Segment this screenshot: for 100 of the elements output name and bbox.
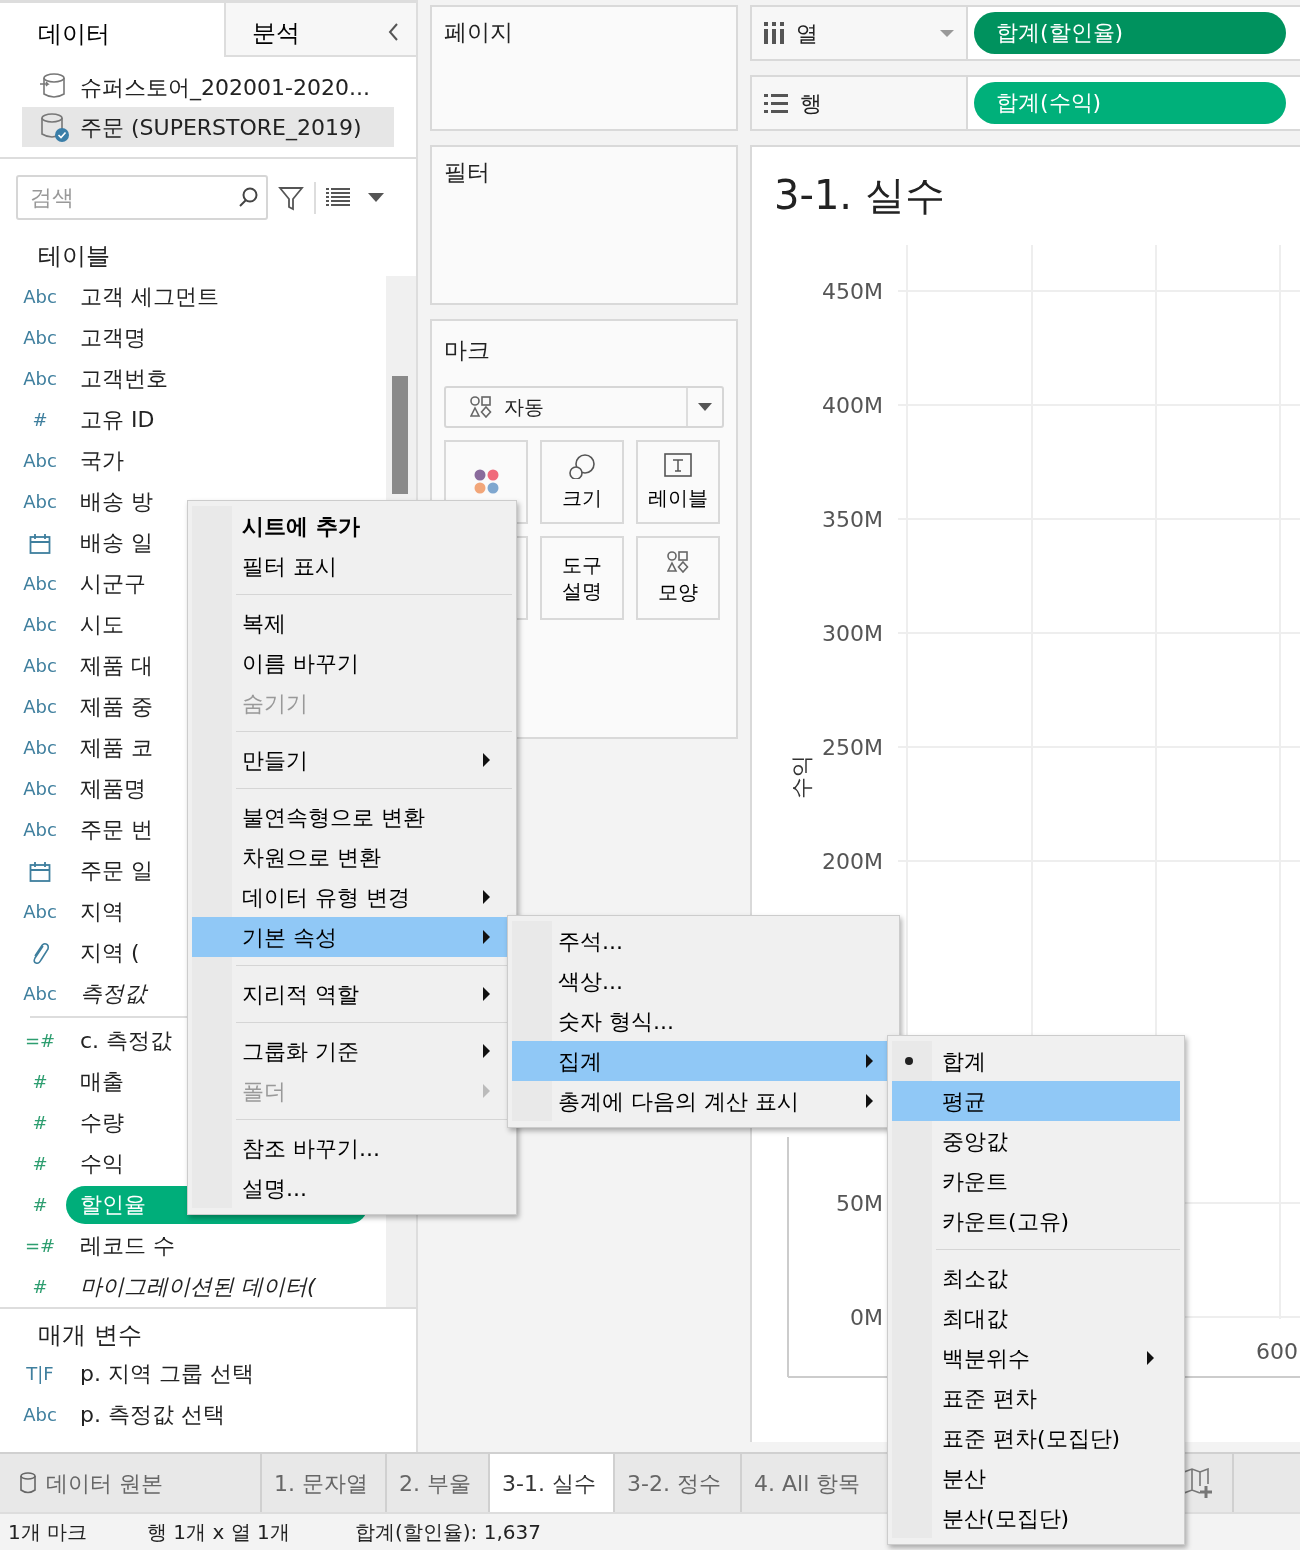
menu-item[interactable]: 불연속형으로 변환 [192,797,512,837]
field-name[interactable]: 시군구 [66,564,160,603]
menu-item[interactable]: 최소값 [892,1258,1180,1298]
menu-item[interactable]: 데이터 유형 변경 [192,877,512,917]
field-name[interactable]: 국가 [66,441,138,480]
menu-item[interactable]: 백분위수 [892,1338,1180,1378]
field-name[interactable]: 측정값 [66,974,160,1013]
field-name[interactable]: 고객번호 [66,359,182,398]
status-text: 1개 마크 [8,1519,88,1546]
field-type-label: Abc [23,655,57,676]
field-name[interactable]: 지역 [66,892,138,931]
y-tick-label: 200M [822,849,883,874]
menu-item[interactable]: 주석... [512,921,895,961]
field-type-label: Abc [23,327,57,348]
y-tick-label: 0M [850,1305,883,1330]
sheet-tab[interactable]: 3-1. 실수 [490,1454,615,1512]
field-name[interactable]: 고객명 [66,318,160,357]
data-source-item[interactable]: 슈퍼스토어_202001-2020... [22,67,394,107]
field-name[interactable]: 제품 대 [66,646,167,685]
field-name[interactable]: c. 측정값 [66,1021,187,1060]
pane-tab[interactable]: 분석 [223,3,382,57]
field-type-label: Abc [23,901,57,922]
menu-item[interactable]: 참조 바꾸기... [192,1128,512,1168]
field-name[interactable]: 고객 세그먼트 [66,277,233,316]
field-name[interactable]: 마이그레이션된 데이터( [66,1267,330,1306]
field-type-label: Abc [23,1404,57,1425]
field-name[interactable]: 제품 코 [66,728,167,767]
menu-item[interactable]: 시트에 추가 [192,506,512,546]
section-heading: 테이블 [37,241,111,272]
field-name[interactable]: 제품 중 [66,687,167,726]
field-name[interactable]: 배송 방 [66,482,167,521]
parameter-name[interactable]: p. 지역 그룹 선택 [66,1354,268,1393]
field-type-label: Abc [23,286,57,307]
section-heading: 매개 변수 [37,1320,143,1351]
field-type-label: # [32,1071,48,1092]
tooltip-button[interactable]: 도구 설명 [540,535,624,620]
field-name[interactable]: 수익 [66,1144,138,1183]
card-title: 마크 [444,336,491,365]
worksheet-title: 3-1. 실수 [773,171,946,220]
field-type-label: =# [24,1030,56,1051]
field-name[interactable]: 주문 일 [66,851,167,890]
field-name[interactable]: 시도 [66,605,138,644]
menu-item[interactable]: 복제 [192,603,512,643]
menu-item[interactable]: 표준 편차(모집단) [892,1418,1180,1458]
y-tick-label: 250M [822,735,883,760]
menu-item[interactable]: 최대값 [892,1298,1180,1338]
field-type-label: # [32,1276,48,1297]
status-text: 합계(할인율): 1,637 [355,1519,541,1546]
menu-item[interactable]: 카운트 [892,1161,1180,1201]
status-text: 행 1개 x 열 1개 [147,1519,290,1546]
menu-item[interactable]: 분산(모집단) [892,1498,1180,1538]
menu-item[interactable]: 합계 [892,1041,1180,1081]
field-type-label: Abc [23,737,57,758]
field-type-label: Abc [23,983,57,1004]
field-type-label: # [32,1153,48,1174]
field-name[interactable]: 매출 [66,1062,138,1101]
card-title: 필터 [444,158,491,187]
field-type-label: Abc [23,491,57,512]
y-tick-label: 300M [822,621,883,646]
field-pill[interactable]: 합계(할인율) [974,12,1286,54]
field-name[interactable]: 주문 번 [66,810,167,849]
menu-item[interactable]: 카운트(고유) [892,1201,1180,1241]
menu-item[interactable]: 숫자 형식... [512,1001,895,1041]
field-name[interactable]: 제품명 [66,769,160,808]
field-type-label: # [32,1194,48,1215]
data-source-item[interactable]: 주문 (SUPERSTORE_2019) [22,107,394,147]
field-type-label: Abc [23,778,57,799]
menu-item[interactable]: 만들기 [192,740,512,780]
menu-item[interactable]: 표준 편차 [892,1378,1180,1418]
field-type-label: Abc [23,819,57,840]
parameter-name[interactable]: p. 측정값 선택 [66,1395,239,1434]
field-name[interactable]: 지역 ( [66,933,154,972]
menu-item[interactable]: 이름 바꾸기 [192,643,512,683]
menu-item[interactable]: 설명... [192,1168,512,1208]
mark-type-dropdown[interactable]: 자동 [444,385,724,428]
x-tick-label: 600 [1256,1339,1298,1364]
field-type-label: # [32,1112,48,1133]
field-type-label: # [32,409,48,430]
field-type-label: Abc [23,368,57,389]
field-name[interactable]: 레코드 수 [66,1226,189,1265]
label-button[interactable]: 레이블 [636,439,720,524]
y-tick-label: 400M [822,393,883,418]
search-field[interactable]: 검색 [16,175,268,220]
menu-item[interactable]: 필터 표시 [192,546,512,586]
menu-item[interactable]: 분산 [892,1458,1180,1498]
size-button[interactable]: 크기 [540,439,624,524]
y-tick-label: 50M [836,1191,883,1216]
field-type-label: Abc [23,573,57,594]
menu-item[interactable]: 차원으로 변환 [192,837,512,877]
menu-item[interactable]: 중앙값 [892,1121,1180,1161]
field-type-label: Abc [23,696,57,717]
menu-item[interactable]: 평균 [892,1081,1180,1121]
shelf-label: 행 [752,77,968,129]
menu-item[interactable]: 색상... [512,961,895,1001]
field-type-label: =# [24,1235,56,1256]
field-type-label: Abc [23,450,57,471]
shape-button[interactable]: 모양 [636,535,720,620]
field-name[interactable]: 고유 ID [66,400,169,439]
field-name[interactable]: 수량 [66,1103,138,1142]
field-name[interactable]: 배송 일 [66,523,167,562]
